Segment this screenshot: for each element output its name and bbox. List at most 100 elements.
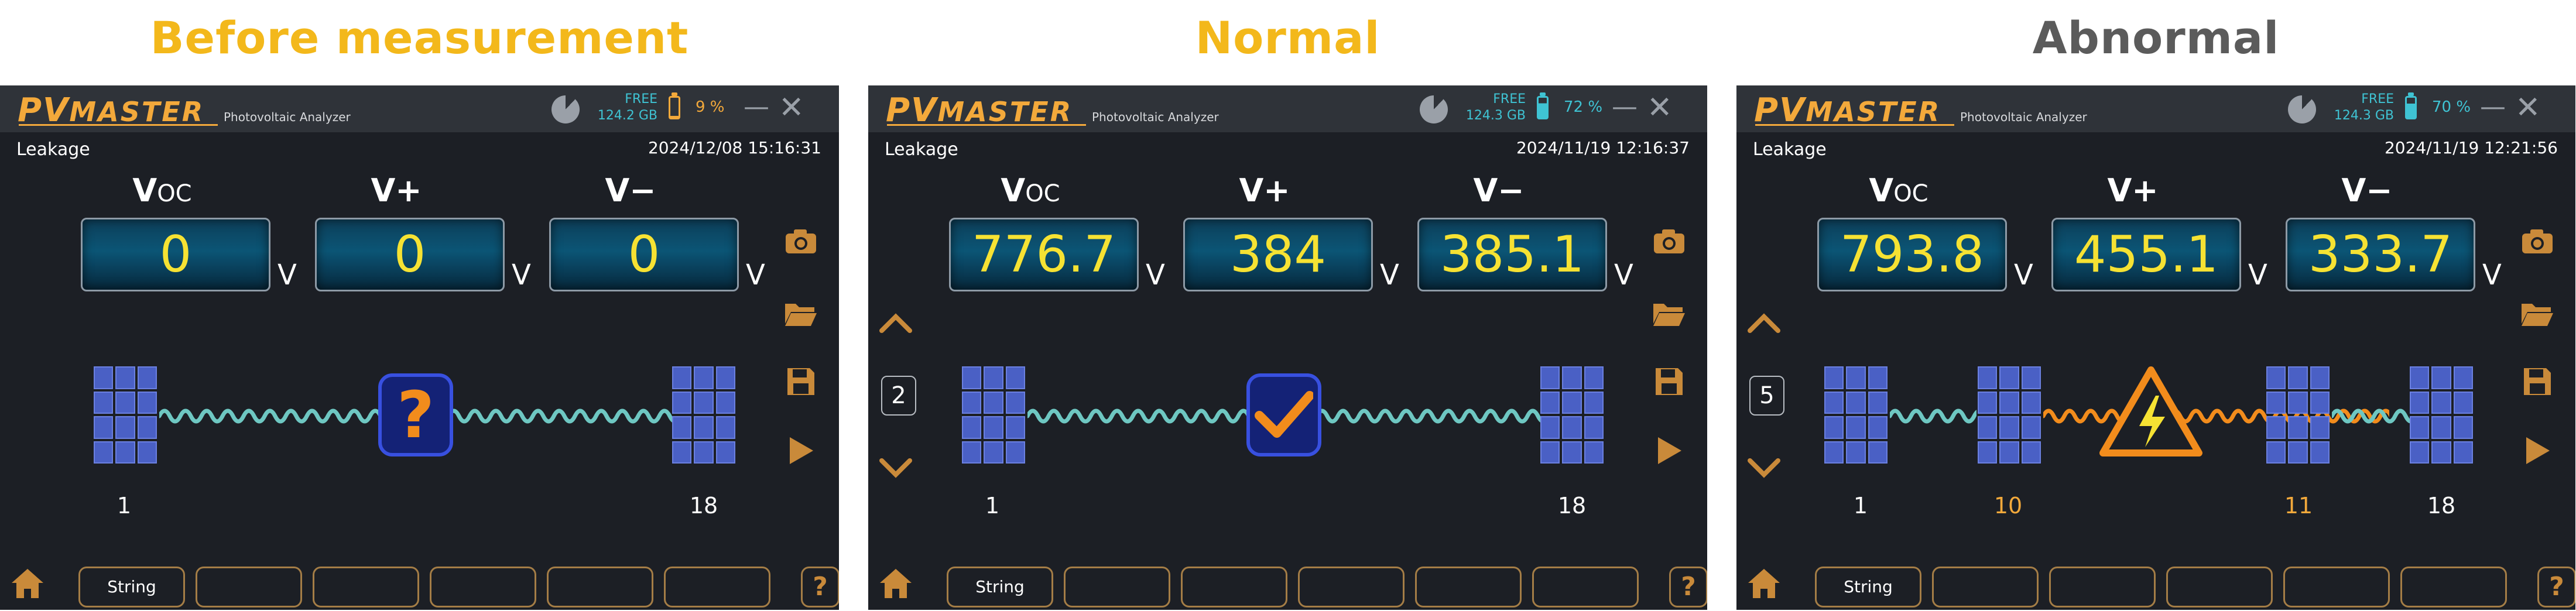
tab-empty-2[interactable] <box>1932 567 2039 607</box>
pv-panel-first <box>94 366 157 464</box>
vplus-label: V+ <box>1239 172 1290 209</box>
vminus-display: 333.7 <box>2286 218 2475 291</box>
tab-empty-6[interactable] <box>2400 567 2507 607</box>
tab-string[interactable]: String <box>947 567 1053 607</box>
string-label-first: 1 <box>1853 493 1868 519</box>
free-label: FREE <box>625 92 657 107</box>
help-button[interactable]: ? <box>1669 567 1707 607</box>
pv-panel-last <box>1540 366 1604 464</box>
open-folder-icon[interactable] <box>2517 297 2558 335</box>
minimize-button[interactable]: — <box>1612 94 1638 120</box>
tab-empty-2[interactable] <box>196 567 302 607</box>
tab-empty-2[interactable] <box>1064 567 1170 607</box>
tab-empty-5[interactable] <box>1415 567 1522 607</box>
string-number-field[interactable]: 5 <box>1749 376 1784 416</box>
pv-cell <box>137 366 157 389</box>
pv-panel-string-18 <box>2410 366 2473 464</box>
pv-cell <box>2431 391 2451 414</box>
tab-empty-3[interactable] <box>313 567 419 607</box>
screen-before-measurement: PVMASTER Photovoltaic Analyzer FREE 124.… <box>0 85 839 610</box>
home-icon[interactable] <box>7 565 48 608</box>
pv-cell <box>1868 366 1888 389</box>
string-up-arrow[interactable] <box>875 303 916 341</box>
tab-empty-4[interactable] <box>430 567 536 607</box>
home-icon[interactable] <box>875 565 916 608</box>
string-label-last: 18 <box>2427 493 2456 519</box>
save-icon[interactable] <box>2517 366 2558 404</box>
help-button[interactable]: ? <box>801 567 839 607</box>
pv-cell <box>2453 416 2473 439</box>
pv-cell <box>1999 416 2019 439</box>
free-label: FREE <box>2361 92 2394 107</box>
mode-label: Leakage <box>885 139 958 160</box>
camera-icon[interactable] <box>780 226 821 264</box>
voc-unit: V <box>278 259 297 291</box>
help-button[interactable]: ? <box>2537 567 2575 607</box>
open-folder-icon[interactable] <box>780 297 821 335</box>
string-number-field[interactable]: 2 <box>881 376 916 416</box>
save-icon[interactable] <box>1649 366 1690 404</box>
minimize-button[interactable]: — <box>2480 94 2506 120</box>
caption-before-measurement: Before measurement <box>150 12 689 64</box>
tab-empty-5[interactable] <box>547 567 653 607</box>
pv-cell <box>2453 391 2473 414</box>
logo-underline <box>19 124 218 126</box>
tab-empty-5[interactable] <box>2283 567 2390 607</box>
vplus-unit: V <box>2248 259 2267 291</box>
camera-icon[interactable] <box>1649 226 1690 264</box>
vminus-value: 0 <box>628 225 660 284</box>
pv-cell <box>2266 416 2286 439</box>
app-subtitle: Photovoltaic Analyzer <box>1960 110 2087 124</box>
string-up-arrow[interactable] <box>1743 303 1784 341</box>
timestamp: 2024/12/08 15:16:31 <box>648 138 821 157</box>
close-button[interactable]: ✕ <box>2515 91 2541 124</box>
string-down-arrow[interactable] <box>1743 448 1784 486</box>
save-icon[interactable] <box>780 366 821 404</box>
timestamp: 2024/11/19 12:21:56 <box>2384 138 2558 157</box>
home-icon[interactable] <box>1743 565 1784 608</box>
tab-string[interactable]: String <box>78 567 185 607</box>
close-button[interactable]: ✕ <box>1647 91 1673 124</box>
string-label-fault-start: 10 <box>1993 493 2023 519</box>
play-icon[interactable] <box>1649 435 1690 473</box>
minimize-button[interactable]: — <box>744 94 769 120</box>
app-subtitle: Photovoltaic Analyzer <box>1092 110 1219 124</box>
tab-empty-3[interactable] <box>1181 567 1287 607</box>
pv-cell <box>672 391 692 414</box>
pv-cell <box>1562 366 1582 389</box>
pv-cell <box>694 391 714 414</box>
pv-cell <box>2288 416 2308 439</box>
storage-indicator: FREE 124.3 GB <box>1455 91 1526 124</box>
tab-empty-4[interactable] <box>2166 567 2273 607</box>
pv-cell <box>1540 366 1560 389</box>
tab-empty-6[interactable] <box>1532 567 1639 607</box>
vplus-label: V+ <box>371 172 422 209</box>
tab-empty-6[interactable] <box>664 567 770 607</box>
pv-cell <box>2310 416 2330 439</box>
pv-cell <box>2453 441 2473 464</box>
storage-indicator: FREE 124.3 GB <box>2324 91 2394 124</box>
tab-string[interactable]: String <box>1815 567 1921 607</box>
caption-normal: Normal <box>1195 12 1381 64</box>
voc-display: 776.7 <box>949 218 1139 291</box>
vplus-value: 384 <box>1229 225 1327 284</box>
open-folder-icon[interactable] <box>1649 297 1690 335</box>
battery-icon <box>1537 96 1549 119</box>
string-label-last: 18 <box>689 493 718 519</box>
camera-icon[interactable] <box>2517 226 2558 264</box>
pv-cell <box>984 416 1003 439</box>
pv-cell <box>2021 366 2041 389</box>
string-down-arrow[interactable] <box>875 448 916 486</box>
play-icon[interactable] <box>780 435 821 473</box>
pv-cell <box>1005 416 1025 439</box>
pv-cell <box>2453 366 2473 389</box>
play-icon[interactable] <box>2517 435 2558 473</box>
pv-cell <box>1824 366 1844 389</box>
pv-cell <box>137 391 157 414</box>
battery-icon <box>669 96 680 119</box>
tab-empty-4[interactable] <box>1298 567 1405 607</box>
vminus-display: 385.1 <box>1417 218 1607 291</box>
pv-cell <box>1584 416 1604 439</box>
tab-empty-3[interactable] <box>2049 567 2156 607</box>
close-button[interactable]: ✕ <box>779 91 804 124</box>
